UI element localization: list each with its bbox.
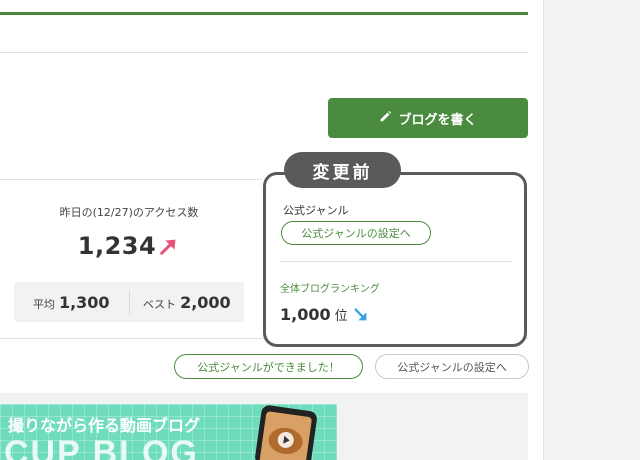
before-change-tag: 変更前: [284, 152, 401, 188]
trend-down-icon: [352, 306, 370, 324]
stat-label: 平均: [32, 297, 55, 311]
pencil-icon: [379, 110, 392, 127]
banner-headline: 撮りながら作る動画ブログ: [8, 416, 201, 435]
access-count-value: 1,234: [77, 232, 157, 260]
write-blog-button[interactable]: ブログを書く: [328, 98, 528, 138]
phone-image: [254, 404, 318, 460]
divider: [279, 261, 513, 262]
official-genre-label: 公式ジャンル: [283, 204, 349, 217]
divider: [0, 179, 262, 180]
genre-setting-button[interactable]: 公式ジャンルの設定へ: [281, 221, 431, 245]
access-count: 1,234: [0, 232, 258, 260]
rank-unit: 位: [334, 309, 348, 324]
genre-setting-button-secondary[interactable]: 公式ジャンルの設定へ: [375, 354, 529, 379]
trend-up-icon: [158, 235, 180, 257]
promo-banner[interactable]: 撮りながら作る動画ブログ CUP BLOG: [0, 404, 337, 460]
access-stats: 平均 1,300 ベスト 2,000: [14, 282, 244, 322]
access-count-label: 昨日の(12/27)のアクセス数: [59, 206, 199, 219]
banner-logo: CUP BLOG: [4, 434, 199, 460]
stat-value: 1,300: [58, 292, 110, 312]
genre-ready-button[interactable]: 公式ジャンルができました！: [174, 354, 363, 379]
stat-average: 平均 1,300: [14, 293, 129, 312]
stat-value: 2,000: [180, 292, 231, 312]
divider: [0, 52, 528, 53]
header-accent-line: [0, 12, 528, 15]
right-sidebar: [543, 0, 640, 460]
stat-label: ベスト: [142, 297, 177, 311]
overall-ranking-link[interactable]: 全体ブログランキング: [280, 280, 380, 295]
rank-value: 1,000: [280, 305, 331, 324]
ranking-value-row: 1,000 位: [280, 305, 370, 324]
phone-screen: [259, 411, 313, 460]
write-blog-label: ブログを書く: [398, 112, 477, 128]
stat-best: ベスト 2,000: [130, 293, 245, 312]
